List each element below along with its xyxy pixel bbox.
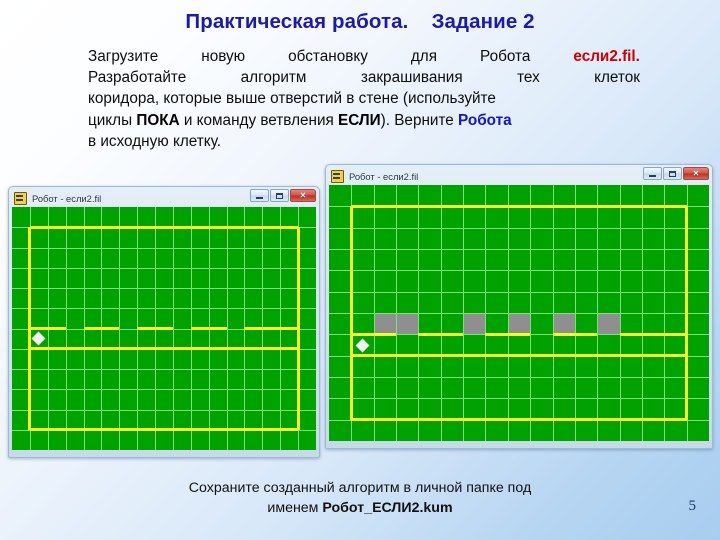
robot-window-right[interactable]: Робот - если2.fil ✕ (325, 164, 713, 449)
robot-window-left[interactable]: Робот - если2.fil ✕ (8, 186, 320, 458)
task-line1-w3: обстановку (288, 48, 368, 65)
wall-segment-horizontal (351, 418, 687, 422)
minimize-button-right[interactable] (643, 167, 662, 180)
maximize-button-right[interactable] (663, 167, 682, 180)
wall-segment-horizontal (29, 347, 299, 351)
task-line2-w3: закрашивания (360, 69, 463, 87)
wall-segment-horizontal (351, 354, 687, 358)
wall-segment-horizontal (351, 332, 397, 336)
painted-cell (552, 313, 575, 335)
keyword-poka: ПОКА (136, 111, 180, 129)
window-titlebar-left[interactable]: Робот - если2.fil ✕ (12, 189, 316, 207)
robot-marker[interactable] (356, 338, 369, 352)
grid-line-horizontal (329, 292, 709, 293)
wall-segment-vertical (349, 206, 353, 420)
grid-line-horizontal (329, 270, 709, 271)
grid-line-horizontal (329, 377, 709, 378)
grid-line-horizontal (12, 389, 316, 390)
grid-line-horizontal (12, 308, 316, 309)
robot-marker[interactable] (32, 332, 46, 345)
wall-segment-horizontal (29, 428, 299, 432)
grid-line-horizontal (12, 369, 316, 370)
task-line1-w5: Робота (480, 48, 531, 65)
wall-segment-horizontal (351, 204, 687, 208)
robot-field-right[interactable] (329, 185, 709, 441)
wall-segment-horizontal (190, 327, 227, 330)
task-line2-w1: Разработайте (88, 69, 187, 87)
task-line-5: в исходную клетку. (88, 132, 221, 150)
window-controls-left: ✕ (250, 189, 316, 202)
task-line2-w2: алгоритм (240, 69, 307, 87)
grid-line-horizontal (329, 228, 709, 229)
task-line-4: циклы ПОКА и команду ветвления ЕСЛИ). Ве… (88, 110, 640, 131)
grid-line-horizontal (329, 313, 709, 314)
task-line1-w2: новую (201, 48, 246, 65)
wall-segment-horizontal (29, 225, 299, 229)
grid-line-horizontal (12, 410, 316, 411)
task-line4-b: и команду ветвления (179, 111, 339, 129)
wall-segment-horizontal (29, 327, 66, 330)
robot-app-icon (14, 192, 27, 205)
slide-root: Практическая работа. Задание 2 Загрузите… (0, 0, 720, 540)
maximize-button-left[interactable] (270, 189, 289, 202)
wall-segment-horizontal (244, 327, 299, 330)
minimize-button-left[interactable] (250, 189, 269, 202)
grid-line-horizontal (12, 288, 316, 289)
wall-segment-horizontal (83, 327, 120, 330)
window-controls-right: ✕ (643, 167, 709, 180)
task-line1-w4: для (410, 48, 438, 65)
task-description: Загрузите новую обстановку для Робота ес… (88, 46, 640, 152)
task-line4-c: ). Верните (380, 111, 459, 129)
environment-file-name: если2.fil. (573, 48, 640, 65)
save-instruction-line1: Сохраните созданный алгоритм в личной па… (188, 480, 532, 496)
wall-segment-vertical (685, 206, 689, 420)
page-title: Практическая работа. Задание 2 (185, 10, 535, 33)
keyword-robota: Робота (458, 111, 512, 129)
task-line-2: Разработайте алгоритм закрашивания тех к… (88, 67, 640, 88)
wall-segment-horizontal (418, 332, 464, 336)
task-line1-w1: Загрузите (88, 48, 159, 65)
task-line2-w4: тех (517, 69, 540, 87)
painted-cell (507, 313, 531, 335)
window-title-left: Робот - если2.fil (32, 193, 102, 204)
save-instruction: Сохраните созданный алгоритм в личной па… (60, 478, 660, 518)
task-line-3: коридора, которые выше отверстий в стене… (88, 90, 496, 108)
wall-segment-horizontal (137, 327, 173, 330)
painted-cell (396, 313, 419, 335)
window-title-right: Робот - если2.fil (349, 171, 419, 182)
close-button-right[interactable]: ✕ (683, 167, 709, 180)
robot-field-left[interactable] (12, 207, 316, 450)
save-instruction-line2: именем Робот_ЕСЛИ2.kum (60, 498, 660, 518)
algorithm-file-name: Робот_ЕСЛИ2.kum (322, 500, 453, 516)
painted-cell (597, 313, 620, 335)
robot-app-icon (331, 170, 344, 183)
wall-segment-horizontal (485, 332, 531, 336)
keyword-esli: ЕСЛИ (338, 111, 381, 129)
close-button-left[interactable]: ✕ (290, 189, 316, 202)
task-line2-w5: клеток (594, 69, 640, 87)
task-line4-a: циклы (88, 111, 137, 129)
task-line-1: Загрузите новую обстановку для Робота ес… (88, 46, 640, 67)
grid-line-horizontal (329, 398, 709, 399)
wall-segment-horizontal (619, 332, 687, 336)
grid-line-horizontal (12, 268, 316, 269)
wall-segment-horizontal (552, 332, 598, 336)
save-prefix: именем (267, 500, 323, 516)
painted-cell (463, 313, 486, 335)
grid-line-horizontal (12, 248, 316, 249)
page-number: 5 (688, 498, 697, 514)
painted-cell (373, 313, 397, 335)
window-titlebar-right[interactable]: Робот - если2.fil ✕ (329, 167, 709, 185)
grid-line-horizontal (329, 249, 709, 250)
